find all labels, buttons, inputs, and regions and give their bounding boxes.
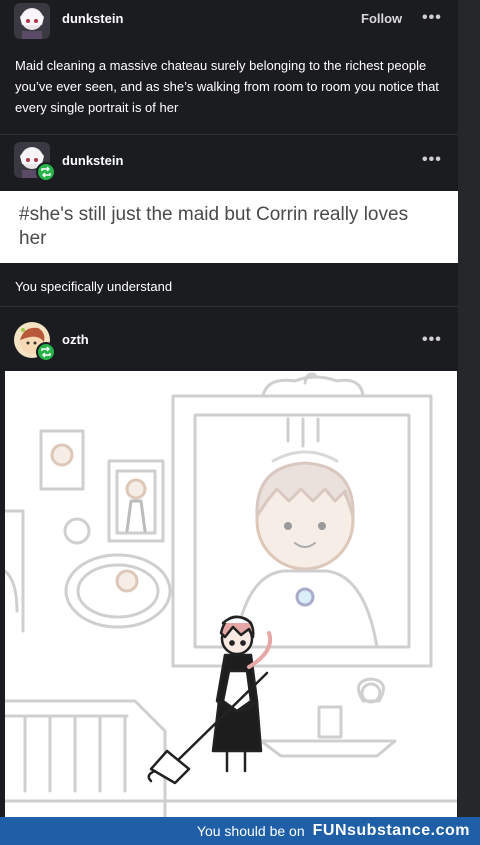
- watermark-text: You should be on: [196, 823, 305, 839]
- post-username[interactable]: dunkstein: [62, 153, 123, 168]
- more-options-icon[interactable]: •••: [422, 9, 442, 27]
- post-tags[interactable]: #she's still just the maid but Corrin re…: [19, 203, 439, 251]
- avatar-dunkstein[interactable]: [14, 3, 50, 39]
- post-illustration: [3, 371, 458, 817]
- post-username[interactable]: dunkstein: [62, 11, 123, 26]
- watermark-brand[interactable]: FUNsubstance.com: [313, 822, 470, 840]
- post-body: Maid cleaning a massive chateau surely b…: [15, 58, 439, 115]
- follow-button[interactable]: Follow: [361, 11, 402, 26]
- reblog-icon: [36, 162, 56, 182]
- tumblr-thread: dunkstein Follow ••• Maid cleaning a mas…: [0, 0, 458, 817]
- more-options-icon[interactable]: •••: [422, 151, 442, 169]
- divider: [0, 306, 458, 307]
- more-options-icon[interactable]: •••: [422, 331, 442, 349]
- watermark-banner: You should be on FUNsubstance.com: [0, 817, 480, 845]
- reblog-icon: [36, 342, 56, 362]
- post-username[interactable]: ozth: [62, 332, 89, 347]
- divider: [0, 134, 458, 135]
- post-body: You specifically understand: [15, 279, 173, 294]
